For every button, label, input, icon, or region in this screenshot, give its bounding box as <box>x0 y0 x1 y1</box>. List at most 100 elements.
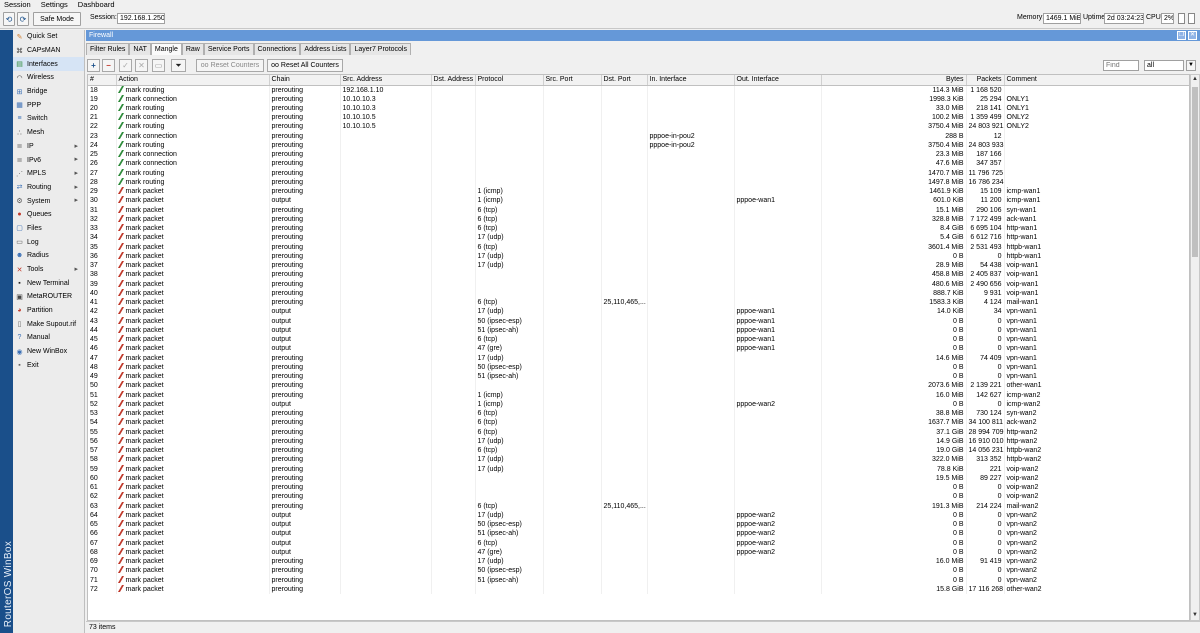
table-row[interactable]: 50 mark packet prerouting 2073.6 MiB 2 139 2… <box>88 381 1189 391</box>
sidebar-item-new-winbox[interactable]: ◉ New WinBox <box>13 345 84 359</box>
table-row[interactable]: 44 mark packet output 51 (ipsec-ah) pppoe-wa… <box>88 325 1189 335</box>
menu-session[interactable]: Session <box>0 0 37 10</box>
tab-connections[interactable]: Connections <box>253 43 301 55</box>
sidebar-item-routing[interactable]: ⇄ Routing ▸ <box>13 181 84 195</box>
redo-button[interactable]: ⟳ <box>17 12 29 26</box>
column-header-src-address[interactable]: Src. Address <box>340 75 432 86</box>
table-row[interactable]: 21 mark connection prerouting 10.10.10.5 100… <box>88 113 1189 123</box>
menu-settings[interactable]: Settings <box>37 0 74 10</box>
filter-button[interactable]: ⏷ <box>171 59 186 72</box>
table-row[interactable]: 33 mark packet prerouting 6 (tcp) 8.4 GiB 6 6… <box>88 224 1189 234</box>
table-row[interactable]: 59 mark packet prerouting 17 (udp) 78.8 KiB 2… <box>88 464 1189 474</box>
table-row[interactable]: 67 mark packet output 6 (tcp) pppoe-wan2 0 B0… <box>88 538 1189 548</box>
sidebar-item-radius[interactable]: ☻ Radius <box>13 249 84 263</box>
sidebar-item-quick-set[interactable]: ✎ Quick Set <box>13 30 84 44</box>
table-row[interactable]: 64 mark packet output 17 (udp) pppoe-wan2 0 B… <box>88 510 1189 520</box>
tab-layer7-protocols[interactable]: Layer7 Protocols <box>350 43 411 55</box>
sidebar-item-queues[interactable]: ● Queues <box>13 208 84 222</box>
tab-service-ports[interactable]: Service Ports <box>203 43 254 55</box>
undo-button[interactable]: ⟲ <box>3 12 15 26</box>
sidebar-item-exit[interactable]: ▪ Exit <box>13 359 84 373</box>
sidebar-item-bridge[interactable]: ⊞ Bridge <box>13 85 84 99</box>
disable-button[interactable]: ✕ <box>135 59 148 72</box>
table-row[interactable]: 70 mark packet prerouting 50 (ipsec-esp) 0 B… <box>88 566 1189 576</box>
scroll-up-button[interactable]: ▲ <box>1191 75 1199 84</box>
sidebar-item-metarouter[interactable]: ▣ MetaROUTER <box>13 290 84 304</box>
scroll-thumb[interactable] <box>1192 87 1198 257</box>
tab-nat[interactable]: NAT <box>129 43 151 55</box>
table-row[interactable]: 68 mark packet output 47 (gre) pppoe-wan2 0 B… <box>88 547 1189 557</box>
table-row[interactable]: 27 mark routing prerouting 1470.7 MiB 11 796… <box>88 168 1189 178</box>
table-row[interactable]: 43 mark packet output 50 (ipsec-esp) pppoe-w… <box>88 316 1189 326</box>
table-row[interactable]: 41 mark packet prerouting 6 (tcp) 25,110,465… <box>88 298 1189 308</box>
table-row[interactable]: 71 mark packet prerouting 51 (ipsec-ah) 0 B0… <box>88 575 1189 585</box>
sidebar-item-partition[interactable]: ◕ Partition <box>13 304 84 318</box>
sidebar-item-capsman[interactable]: ⌘ CAPsMAN <box>13 44 84 58</box>
table-row[interactable]: 72 mark packet prerouting 15.8 GiB 17 116 26… <box>88 584 1189 594</box>
table-row[interactable]: 61 mark packet prerouting 0 B 0 voip-wan2 <box>88 483 1189 493</box>
table-row[interactable]: 32 mark packet prerouting 6 (tcp) 328.8 MiB 7… <box>88 214 1189 224</box>
column-header-in-interface[interactable]: In. Interface <box>647 75 735 86</box>
restore-button[interactable]: ❐ <box>1177 31 1186 40</box>
add-button[interactable]: + <box>87 59 100 72</box>
table-row[interactable]: 35 mark packet prerouting 6 (tcp) 3601.4 MiB… <box>88 242 1189 252</box>
table-row[interactable]: 48 mark packet prerouting 50 (ipsec-esp) 0 B… <box>88 362 1189 372</box>
sidebar-item-make-supout-rif[interactable]: ▯ Make Supout.rif <box>13 317 84 331</box>
table-row[interactable]: 49 mark packet prerouting 51 (ipsec-ah) 0 B0… <box>88 372 1189 382</box>
table-row[interactable]: 31 mark packet prerouting 6 (tcp) 15.1 MiB 29… <box>88 205 1189 215</box>
table-row[interactable]: 34 mark packet prerouting 17 (udp) 5.4 GiB 6 … <box>88 233 1189 243</box>
table-row[interactable]: 19 mark connection prerouting 10.10.10.3 199… <box>88 94 1189 104</box>
table-row[interactable]: 46 mark packet output 47 (gre) pppoe-wan1 0 B… <box>88 344 1189 354</box>
table-row[interactable]: 63 mark packet prerouting 6 (tcp) 25,110,465… <box>88 501 1189 511</box>
table-row[interactable]: 69 mark packet prerouting 17 (udp) 16.0 MiB 9… <box>88 557 1189 567</box>
sidebar-item-log[interactable]: ▭ Log <box>13 235 84 249</box>
tab-filter-rules[interactable]: Filter Rules <box>86 43 130 55</box>
table-row[interactable]: 29 mark packet prerouting 1 (icmp) 1461.9 Ki… <box>88 187 1189 197</box>
table-row[interactable]: 39 mark packet prerouting 480.6 MiB 2 490 65… <box>88 279 1189 289</box>
find-input[interactable] <box>1103 60 1139 71</box>
table-row[interactable]: 20 mark routing prerouting 10.10.10.3 33.0 M… <box>88 103 1189 113</box>
comment-button[interactable]: ▭ <box>152 59 165 72</box>
table-row[interactable]: 57 mark packet prerouting 6 (tcp) 19.0 GiB 14… <box>88 446 1189 456</box>
column-header-protocol[interactable]: Protocol <box>475 75 544 86</box>
table-row[interactable]: 42 mark packet output 17 (udp) pppoe-wan1 14.… <box>88 307 1189 317</box>
table-row[interactable]: 62 mark packet prerouting 0 B 0 voip-wan2 <box>88 492 1189 502</box>
sidebar-item-tools[interactable]: ✕ Tools ▸ <box>13 263 84 277</box>
column-header-bytes[interactable]: Bytes <box>821 75 967 86</box>
table-row[interactable]: 56 mark packet prerouting 17 (udp) 14.9 GiB 1… <box>88 436 1189 446</box>
safe-mode-button[interactable]: Safe Mode <box>33 12 81 26</box>
table-row[interactable]: 51 mark packet prerouting 1 (icmp) 16.0 MiB 1… <box>88 390 1189 400</box>
table-row[interactable]: 28 mark routing prerouting 1497.8 MiB 16 786… <box>88 177 1189 187</box>
sidebar-item-switch[interactable]: ≡ Switch <box>13 112 84 126</box>
tab-mangle[interactable]: Mangle <box>150 43 182 55</box>
table-row[interactable]: 23 mark connection prerouting pppoe-in-pou2… <box>88 131 1189 141</box>
scroll-down-button[interactable]: ▼ <box>1191 611 1199 620</box>
sidebar-item-new-terminal[interactable]: ▪ New Terminal <box>13 276 84 290</box>
sidebar-item-mpls[interactable]: ⋰ MPLS ▸ <box>13 167 84 181</box>
menu-dashboard[interactable]: Dashboard <box>74 0 121 10</box>
close-button[interactable]: ✕ <box>1188 31 1197 40</box>
table-row[interactable]: 60 mark packet prerouting 19.5 MiB 89 227 voi… <box>88 473 1189 483</box>
sidebar-item-mesh[interactable]: ∴ Mesh <box>13 126 84 140</box>
column-header-dst-address[interactable]: Dst. Address <box>431 75 476 86</box>
filter-select[interactable]: all <box>1144 60 1184 71</box>
sidebar-item-manual[interactable]: ? Manual <box>13 331 84 345</box>
table-row[interactable]: 53 mark packet prerouting 6 (tcp) 38.8 MiB 73… <box>88 409 1189 419</box>
sidebar-item-wireless[interactable]: ◠ Wireless <box>13 71 84 85</box>
tab-raw[interactable]: Raw <box>181 43 204 55</box>
vertical-scrollbar[interactable]: ▲ ▼ <box>1190 74 1200 621</box>
table-row[interactable]: 52 mark packet output 1 (icmp) pppoe-wan2 0 B… <box>88 399 1189 409</box>
table-row[interactable]: 54 mark packet prerouting 6 (tcp) 1637.7 MiB… <box>88 418 1189 428</box>
column-header-action[interactable]: Action <box>116 75 270 86</box>
sidebar-item-files[interactable]: ▢ Files <box>13 222 84 236</box>
column-header-number[interactable]: # <box>88 75 117 86</box>
remove-button[interactable]: − <box>102 59 115 72</box>
sidebar-item-ipv6[interactable]: ≣ IPv6 ▸ <box>13 153 84 167</box>
column-header-dst-port[interactable]: Dst. Port <box>601 75 648 86</box>
table-row[interactable]: 18 mark routing prerouting 192.168.1.10 114.… <box>88 85 1189 95</box>
sidebar-item-interfaces[interactable]: ▤ Interfaces <box>13 57 84 72</box>
table-row[interactable]: 58 mark packet prerouting 17 (udp) 322.0 MiB… <box>88 455 1189 465</box>
column-header-chain[interactable]: Chain <box>269 75 341 86</box>
table-row[interactable]: 65 mark packet output 50 (ipsec-esp) pppoe-w… <box>88 520 1189 530</box>
session-field[interactable]: 192.168.1.250 <box>117 13 165 24</box>
